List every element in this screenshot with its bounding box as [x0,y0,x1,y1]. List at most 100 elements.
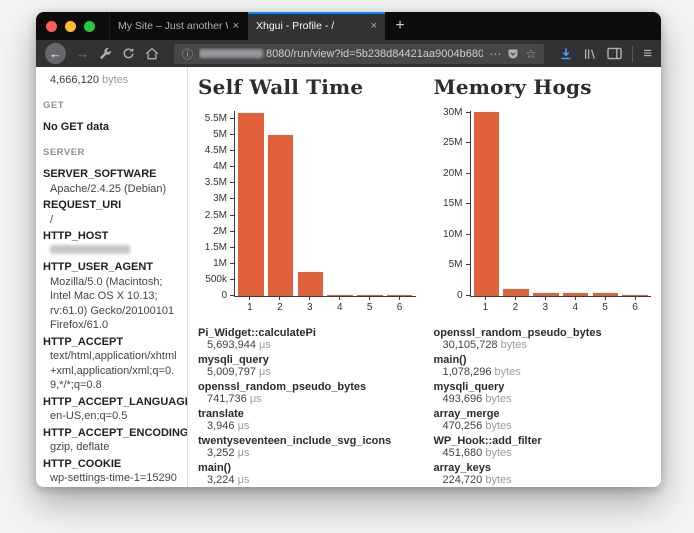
sidebar-entry-value: en-US,en;q=0.5 [43,409,179,424]
bar-slot [325,111,355,296]
function-name[interactable]: Pi_Widget::calculatePi [198,327,416,339]
bar[interactable] [593,293,619,296]
home-button[interactable] [145,47,159,60]
bar-slot [620,111,650,296]
function-name[interactable]: array_merge [434,408,652,420]
pocket-button[interactable] [507,48,519,60]
function-value-unit: μs [238,420,250,432]
bar[interactable] [268,135,294,296]
reload-button[interactable] [122,47,135,60]
bar-slot [531,111,561,296]
function-name[interactable]: mysqli_query [434,381,652,393]
close-tab-icon[interactable]: × [371,20,377,32]
function-value-unit: μs [238,447,250,459]
function-list-item: Pi_Widget::calculatePi5,693,944 μs [198,327,416,351]
bar-slot [472,111,502,296]
x-axis-label: 2 [265,297,295,313]
bar[interactable] [533,293,559,296]
function-name[interactable]: openssl_random_pseudo_bytes [434,327,652,339]
tab-wordpress-site[interactable]: My Site – Just another WordPress s × [109,12,247,40]
bar-slot [355,111,385,296]
zoom-window-button[interactable] [84,21,95,32]
page-actions-button[interactable]: ⋯ [489,48,501,60]
bar-slot [236,111,266,296]
bar[interactable] [357,295,383,296]
sidebar-entry-value: wp-settings-time-1=1529056418; wordpress… [43,471,179,487]
tab-xhgui-profile[interactable]: Xhgui - Profile - / × [247,12,385,40]
developer-tools-button[interactable] [99,47,112,60]
close-window-button[interactable] [46,21,57,32]
page-content: 4,666,120 bytes GETNo GET dataSERVERSERV… [36,67,661,487]
minimize-window-button[interactable] [65,21,76,32]
function-value-unit: bytes [485,393,511,405]
bar-slot [385,111,415,296]
sidebar-entry-value: Mozilla/5.0 (Macintosh; Intel Mac OS X 1… [43,275,179,333]
function-list-item: twentyseventeen_include_svg_icons3,252 μ… [198,435,416,459]
bar[interactable] [387,295,413,296]
function-value: 451,680 bytes [434,447,652,459]
function-name[interactable]: WP_Hook::add_filter [434,435,652,447]
bar[interactable] [503,289,529,296]
downloads-button[interactable] [559,47,573,61]
y-axis-tick-label: 4M [213,161,227,172]
function-value-number: 493,696 [443,393,486,405]
bookmark-star-button[interactable]: ☆ [525,48,536,60]
y-axis-tick-label: 500k [205,274,227,285]
tab-title: My Site – Just another WordPress s [118,20,228,32]
back-icon: ← [49,46,62,61]
url-text[interactable]: 8080/run/view?id=5b238d84421aa9004b680a [199,48,483,60]
chart: 05M10M15M20M25M30M 123456 [470,111,652,313]
library-button[interactable] [583,47,597,61]
function-name[interactable]: mysqli_query [198,354,416,366]
y-axis-tick-label: 1.5M [205,242,227,253]
y-axis-tick: 10M [466,234,471,235]
function-value: 30,105,728 bytes [434,339,652,351]
bar[interactable] [622,295,648,296]
chart-title: Self Wall Time [198,75,416,99]
function-name[interactable]: array_keys [434,462,652,474]
function-name[interactable]: translate [198,408,416,420]
sidebar-entry-key: HTTP_COOKIE [43,457,179,472]
bar[interactable] [298,272,324,296]
function-name[interactable]: main() [198,462,416,474]
y-axis-tick-label: 25M [443,137,462,148]
y-axis-tick: 15M [466,203,471,204]
y-axis-tick: 4M [230,166,235,167]
self-wall-time-panel: Self Wall Time 0500k1M1.5M2M2.5M3M3.5M4M… [198,71,416,487]
forward-button[interactable]: → [76,47,89,60]
y-axis-tick: 5M [230,134,235,135]
function-value-number: 5,009,797 [207,366,259,378]
profile-details-sidebar: 4,666,120 bytes GETNo GET dataSERVERSERV… [36,67,188,487]
close-tab-icon[interactable]: × [233,20,239,32]
function-list-item: openssl_random_pseudo_bytes741,736 μs [198,381,416,405]
bar[interactable] [238,113,264,296]
bar[interactable] [563,293,589,296]
menu-button[interactable]: ≡ [643,46,652,61]
function-value-unit: μs [250,393,262,405]
url-bar[interactable]: ⓘ 8080/run/view?id=5b238d84421aa9004b680… [174,44,544,64]
function-name[interactable]: openssl_random_pseudo_bytes [198,381,416,393]
function-value: 3,946 μs [198,420,416,432]
y-axis-tick-label: 4.5M [205,145,227,156]
function-value-unit: bytes [485,447,511,459]
redacted-value [50,245,130,254]
y-axis-tick-label: 20M [443,168,462,179]
new-tab-button[interactable]: + [385,12,415,40]
bar[interactable] [474,112,500,296]
function-name[interactable]: twentyseventeen_include_svg_icons [198,435,416,447]
y-axis-tick-label: 2.5M [205,210,227,221]
function-value: 741,736 μs [198,393,416,405]
bar[interactable] [327,295,353,296]
y-axis-tick: 2.5M [230,215,235,216]
back-button[interactable]: ← [45,43,66,64]
sidebar-entry-value: Apache/2.4.25 (Debian) [43,182,179,197]
sidebar-toggle-button[interactable] [607,47,622,60]
function-value: 224,720 bytes [434,474,652,486]
site-info-icon[interactable]: ⓘ [182,46,193,62]
bars [471,111,652,296]
function-list: openssl_random_pseudo_bytes30,105,728 by… [434,327,652,486]
function-list-item: main()3,224 μs [198,462,416,486]
function-value: 5,009,797 μs [198,366,416,378]
function-name[interactable]: main() [434,354,652,366]
y-axis-tick-label: 3M [213,193,227,204]
